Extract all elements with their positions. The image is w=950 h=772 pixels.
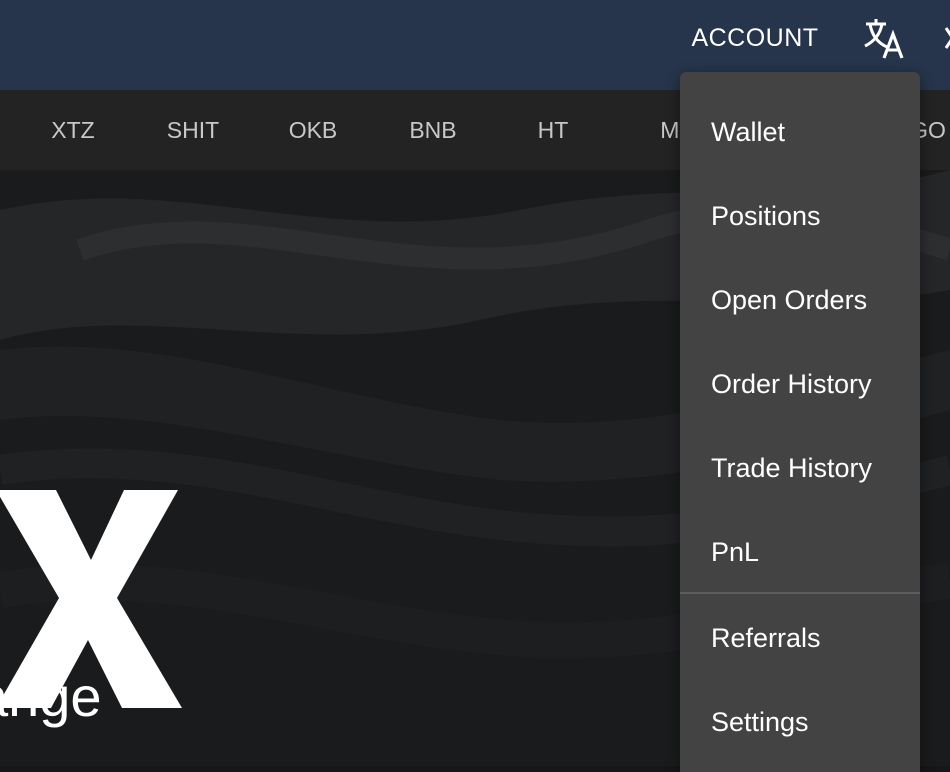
- account-dropdown-menu: Wallet Positions Open Orders Order Histo…: [680, 72, 920, 772]
- menu-item-order-history[interactable]: Order History: [680, 342, 920, 426]
- menu-item-pnl[interactable]: PnL: [680, 510, 920, 594]
- ticker-item-shit[interactable]: SHIT: [138, 90, 248, 170]
- ticker-item-bnb[interactable]: BNB: [378, 90, 488, 170]
- hero-subtitle: ange: [0, 665, 102, 728]
- menu-divider: [680, 592, 920, 594]
- menu-item-referrals[interactable]: Referrals: [680, 596, 920, 680]
- menu-item-trade-history[interactable]: Trade History: [680, 426, 920, 510]
- partial-icon[interactable]: [944, 18, 950, 58]
- menu-item-wallet[interactable]: Wallet: [680, 90, 920, 174]
- menu-item-positions[interactable]: Positions: [680, 174, 920, 258]
- ticker-item-okb[interactable]: OKB: [258, 90, 368, 170]
- menu-item-settings[interactable]: Settings: [680, 680, 920, 764]
- menu-item-open-orders[interactable]: Open Orders: [680, 258, 920, 342]
- ticker-item-ht[interactable]: HT: [498, 90, 608, 170]
- translate-icon[interactable]: [862, 18, 908, 60]
- account-menu-button[interactable]: ACCOUNT: [682, 18, 828, 58]
- ticker-item-xtz[interactable]: XTZ: [18, 90, 128, 170]
